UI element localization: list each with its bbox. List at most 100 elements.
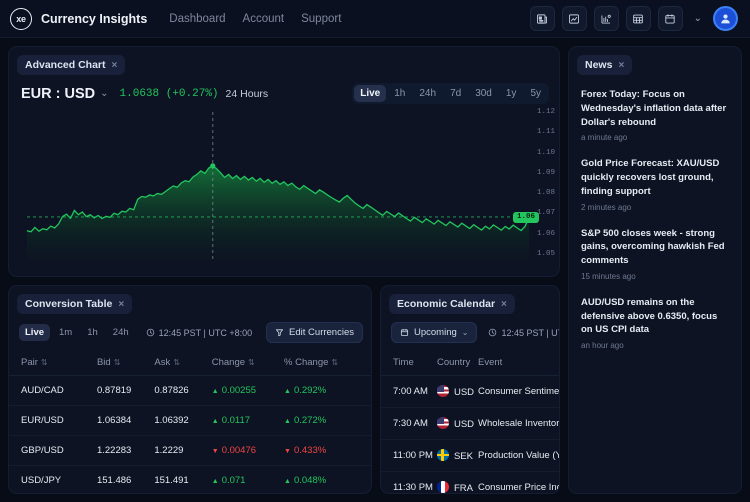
pair-selector-chevron-down-icon[interactable]: ⌄ <box>100 88 108 99</box>
bid-cell: 1.22283 <box>96 435 155 466</box>
table-widget-button[interactable] <box>625 6 651 31</box>
table-row[interactable]: EUR/USD 1.06384 1.06392 ▲ 0.0117 ▲ 0.272% <box>9 405 371 436</box>
table-row[interactable]: 11:30 PMFRAConsumer Price IndexMedium+4.… <box>381 472 559 493</box>
tab-conversion-table[interactable]: Conversion Table × <box>17 294 133 314</box>
ask-cell: 0.87826 <box>154 375 212 406</box>
news-item[interactable]: Gold Price Forecast: XAU/USD quickly rec… <box>581 150 731 219</box>
column-header-change[interactable]: Change ⇅ <box>211 351 285 376</box>
flag-usd-icon <box>436 385 449 397</box>
calendar-table-head: Time Country Event Impact⇅ Actual⇅ <box>381 351 559 376</box>
news-icon <box>537 13 548 24</box>
table-row[interactable]: 7:30 AMUSDWholesale InventoriesLow-2.5% <box>381 407 559 440</box>
flag-usd-icon <box>436 417 449 429</box>
chart-y-axis: 1.12 1.11 1.10 1.09 1.08 1.07 1.06 1.05 <box>525 108 555 258</box>
close-icon[interactable]: × <box>501 299 507 310</box>
upcoming-range-button[interactable]: Upcoming ⌄ <box>391 322 478 343</box>
ask-cell: 1.06392 <box>154 405 212 436</box>
tab-economic-calendar[interactable]: Economic Calendar × <box>389 294 515 314</box>
upcoming-range-label: Upcoming <box>414 327 457 338</box>
news-item[interactable]: S&P 500 closes week - strong gains, over… <box>581 220 731 289</box>
chart-plot-area[interactable]: 1.12 1.11 1.10 1.09 1.08 1.07 1.06 1.05 … <box>9 108 559 276</box>
chevron-down-icon[interactable]: ⌄ <box>462 328 469 337</box>
column-header-bid[interactable]: Bid ⇅ <box>96 351 155 376</box>
nav-item-support[interactable]: Support <box>301 13 341 25</box>
xe-logo[interactable]: xe <box>10 7 32 30</box>
calendar-widget-button[interactable] <box>657 6 683 31</box>
timeframe-30d[interactable]: 30d <box>469 85 498 102</box>
column-header-ask[interactable]: Ask ⇅ <box>154 351 212 376</box>
news-item[interactable]: Forex Today: Focus on Wednesday's inflat… <box>581 81 731 150</box>
pct-change-cell: ▲ 0.272% <box>284 405 371 436</box>
y-tick: 1.05 <box>536 249 555 258</box>
country-cell: USD <box>436 407 479 440</box>
close-icon[interactable]: × <box>118 299 124 310</box>
tab-advanced-chart-label: Advanced Chart <box>25 59 106 71</box>
content-area: Advanced Chart × EUR : USD ⌄ 1.0638 (+0.… <box>0 38 750 502</box>
conversion-timezone-label: 12:45 PST | UTC +8:00 <box>158 327 253 338</box>
sort-icon[interactable]: ⇅ <box>114 358 121 367</box>
nav-item-dashboard[interactable]: Dashboard <box>169 13 225 25</box>
account-menu-chevron-down-icon[interactable]: ⌄ <box>690 13 706 24</box>
edit-currencies-button[interactable]: Edit Currencies <box>266 322 363 343</box>
table-row[interactable]: AUD/CAD 0.87819 0.87826 ▲ 0.00255 ▲ 0.292% <box>9 375 371 406</box>
sort-icon[interactable]: ⇅ <box>248 358 255 367</box>
y-tick: 1.08 <box>536 189 555 198</box>
close-icon[interactable]: × <box>618 60 624 71</box>
y-tick: 1.09 <box>536 168 555 177</box>
pair-cell: GBP/USD <box>9 435 97 466</box>
pct-change-cell: ▲ 0.292% <box>284 375 371 406</box>
change-cell: ▲ 0.071 <box>211 475 246 486</box>
top-navigation-bar: xe Currency Insights Dashboard Account S… <box>0 0 750 38</box>
pct-change-cell: ▼ 0.433% <box>284 435 371 466</box>
flag-fra-icon <box>436 481 449 493</box>
event-cell: Consumer Sentiment <box>478 375 559 408</box>
column-label: Change <box>211 357 246 368</box>
tab-advanced-chart[interactable]: Advanced Chart × <box>17 55 126 75</box>
logo-text: xe <box>16 13 26 24</box>
table-row[interactable]: 7:00 AMUSDConsumer SentimentHigh+60.4% <box>381 375 559 408</box>
tab-news[interactable]: News × <box>577 55 633 75</box>
timeframe-5y[interactable]: 5y <box>524 85 547 102</box>
timeframe-7d[interactable]: 7d <box>444 85 467 102</box>
conversion-interval-24h[interactable]: 24h <box>107 324 135 341</box>
change-cell: ▼ 0.00476 <box>211 435 285 466</box>
advanced-chart-icon <box>601 14 611 23</box>
column-label: % Change <box>284 357 329 368</box>
tab-economic-calendar-label: Economic Calendar <box>397 298 496 310</box>
timeframe-live[interactable]: Live <box>354 85 387 102</box>
time-cell: 7:30 AM <box>381 407 437 440</box>
news-item-timestamp: 2 minutes ago <box>581 202 632 212</box>
avatar[interactable] <box>713 6 738 31</box>
timeframe-1h[interactable]: 1h <box>388 85 411 102</box>
column-label: Bid <box>96 357 111 368</box>
column-header-pair[interactable]: Pair ⇅ <box>9 351 97 376</box>
pair-cell: AUD/CAD <box>9 375 97 406</box>
conversion-interval-live[interactable]: Live <box>19 324 51 341</box>
table-row[interactable]: GBP/USD 1.22283 1.2229 ▼ 0.00476 ▼ 0.433% <box>9 435 371 466</box>
news-item[interactable]: AUD/USD remains on the defensive above 0… <box>581 289 731 358</box>
pct-change-cell: ▲ 0.048% <box>284 475 327 486</box>
news-panel: News × Forex Today: Focus on Wednesday's… <box>568 46 742 494</box>
ask-cell: 151.491 <box>154 475 189 486</box>
calendar-header-row: Time Country Event Impact⇅ Actual⇅ <box>381 351 559 376</box>
nav-item-account[interactable]: Account <box>243 13 285 25</box>
close-icon[interactable]: × <box>112 60 118 71</box>
main-nav: Dashboard Account Support <box>169 13 341 25</box>
conversion-interval-1m[interactable]: 1m <box>53 324 78 341</box>
top-toolbar: ⌄ <box>529 6 738 31</box>
sort-icon[interactable]: ⇅ <box>331 358 338 367</box>
trend-arrow-icon: ▼ <box>284 448 291 455</box>
table-row[interactable]: 11:00 PMSEKProduction Value (YoY)High+4.… <box>381 439 559 472</box>
advanced-chart-widget-button[interactable] <box>593 6 619 31</box>
sort-icon[interactable]: ⇅ <box>41 358 48 367</box>
column-header-pct-change[interactable]: % Change ⇅ <box>284 351 371 376</box>
pair-cell: USD/JPY <box>21 475 62 486</box>
conversion-interval-1h[interactable]: 1h <box>81 324 104 341</box>
left-column: Advanced Chart × EUR : USD ⌄ 1.0638 (+0.… <box>8 46 560 494</box>
timeframe-24h[interactable]: 24h <box>413 85 442 102</box>
timeframe-1y[interactable]: 1y <box>500 85 523 102</box>
news-widget-button[interactable] <box>529 6 555 31</box>
sort-icon[interactable]: ⇅ <box>173 358 180 367</box>
line-chart-widget-button[interactable] <box>561 6 587 31</box>
table-row[interactable]: USD/JPY 151.486 151.491 ▲ 0.071 ▲ 0.048% <box>9 466 371 494</box>
